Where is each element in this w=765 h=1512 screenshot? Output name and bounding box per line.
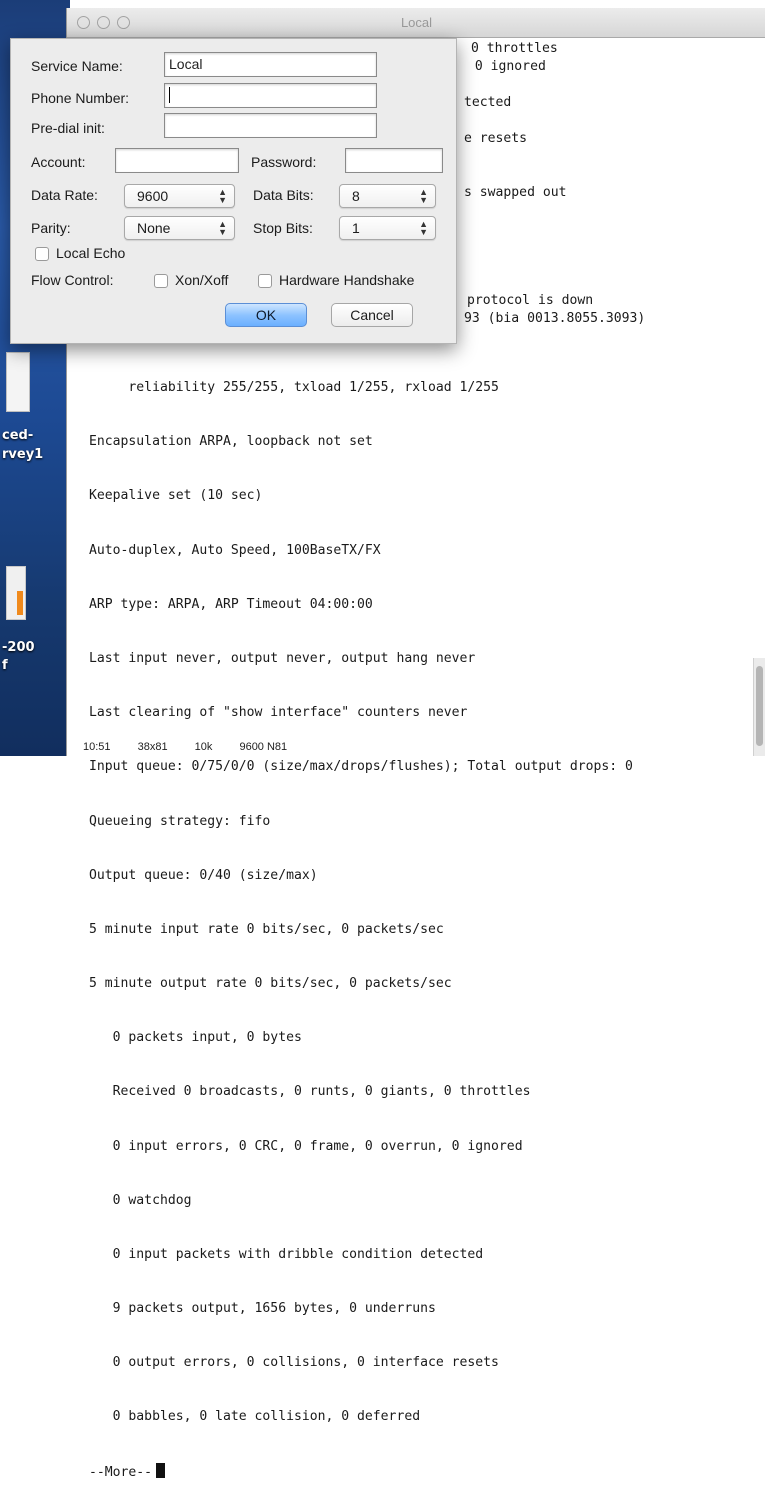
terminal-text-fragment: 0 throttles — [471, 41, 558, 56]
up-down-arrows-icon: ▲ ▼ — [218, 187, 227, 205]
up-down-arrows-icon: ▲ ▼ — [218, 219, 227, 237]
data-rate-value: 9600 — [137, 188, 169, 204]
terminal-line: 0 output errors, 0 collisions, 0 interfa… — [89, 1355, 499, 1371]
predial-init-label: Pre-dial init: — [31, 120, 105, 136]
terminal-line: Received 0 broadcasts, 0 runts, 0 giants… — [89, 1084, 531, 1100]
terminal-line: 0 input errors, 0 CRC, 0 frame, 0 overru… — [89, 1138, 523, 1154]
data-bits-value: 8 — [352, 188, 360, 204]
service-name-label: Service Name: — [31, 58, 123, 74]
status-time: 10:51 — [83, 741, 111, 753]
terminal-output[interactable]: reliability 255/255, txload 1/255, rxloa… — [89, 343, 633, 1512]
data-bits-label: Data Bits: — [253, 187, 314, 203]
data-bits-select[interactable]: 8 ▲ ▼ — [339, 184, 436, 208]
terminal-line: 9 packets output, 1656 bytes, 0 underrun… — [89, 1301, 436, 1317]
stop-bits-value: 1 — [352, 220, 360, 236]
status-bar: 10:51 38x81 10k 9600 N81 — [83, 741, 311, 753]
status-buffer: 10k — [194, 741, 213, 753]
password-label: Password: — [251, 154, 317, 170]
terminal-line: Last input never, output never, output h… — [89, 650, 476, 666]
account-input[interactable] — [115, 148, 239, 173]
terminal-line: 5 minute input rate 0 bits/sec, 0 packet… — [89, 921, 444, 937]
vertical-scrollbar[interactable] — [753, 658, 765, 756]
terminal-line: 0 packets input, 0 bytes — [89, 1030, 302, 1046]
terminal-line: Auto-duplex, Auto Speed, 100BaseTX/FX — [89, 542, 381, 558]
parity-select[interactable]: None ▲ ▼ — [124, 216, 235, 240]
parity-label: Parity: — [31, 220, 71, 236]
service-settings-dialog: Service Name: Local Phone Number: Pre-di… — [10, 38, 457, 344]
service-name-input[interactable]: Local — [164, 52, 377, 77]
terminal-line: 5 minute output rate 0 bits/sec, 0 packe… — [89, 976, 452, 992]
account-label: Account: — [31, 154, 86, 170]
window-title: Local — [400, 15, 433, 30]
terminal-line: Encapsulation ARPA, loopback not set — [89, 434, 373, 450]
terminal-text-fragment: tected — [464, 95, 512, 110]
terminal-line: Output queue: 0/40 (size/max) — [89, 867, 318, 883]
terminal-text-fragment: protocol is down — [467, 293, 594, 308]
desktop-file-icon[interactable] — [6, 352, 30, 412]
data-rate-select[interactable]: 9600 ▲ ▼ — [124, 184, 235, 208]
desktop-file-label: rvey1 — [2, 447, 44, 462]
terminal-text-fragment: 93 (bia 0013.8055.3093) — [464, 311, 646, 326]
status-line-settings: 9600 N81 — [239, 741, 288, 753]
terminal-text-fragment: e resets — [464, 131, 528, 146]
stop-bits-label: Stop Bits: — [253, 220, 313, 236]
predial-init-input[interactable] — [164, 113, 377, 138]
hardware-handshake-checkbox[interactable] — [258, 274, 272, 288]
status-window-size: 38x81 — [137, 741, 168, 753]
terminal-text-fragment: 0 ignored — [467, 59, 546, 74]
more-prompt: --More-- — [89, 1464, 153, 1480]
xon-xoff-label[interactable]: Xon/Xoff — [175, 272, 228, 288]
desktop-file-label: -200 — [2, 640, 35, 655]
terminal-text-fragment: s swapped out — [464, 185, 567, 200]
xon-xoff-checkbox[interactable] — [154, 274, 168, 288]
flow-control-label: Flow Control: — [31, 272, 114, 288]
parity-value: None — [137, 220, 171, 236]
text-cursor — [156, 1462, 166, 1478]
terminal-line: Input queue: 0/75/0/0 (size/max/drops/fl… — [89, 759, 633, 775]
desktop-file-label: ced- — [2, 428, 34, 443]
terminal-line: ARP type: ARPA, ARP Timeout 04:00:00 — [89, 596, 373, 612]
ok-button[interactable]: OK — [225, 303, 307, 327]
terminal-line: Keepalive set (10 sec) — [89, 488, 263, 504]
up-down-arrows-icon: ▲ ▼ — [419, 219, 428, 237]
phone-number-label: Phone Number: — [31, 90, 130, 106]
hardware-handshake-label[interactable]: Hardware Handshake — [279, 272, 414, 288]
terminal-line: 0 babbles, 0 late collision, 0 deferred — [89, 1409, 421, 1425]
terminal-line: Last clearing of "show interface" counte… — [89, 705, 468, 721]
scrollbar-thumb[interactable] — [756, 666, 763, 746]
desktop-file-label: f — [2, 658, 8, 673]
window-titlebar[interactable]: Local — [67, 8, 765, 38]
desktop-chart-file-icon[interactable] — [6, 566, 26, 620]
cancel-button[interactable]: Cancel — [331, 303, 413, 327]
terminal-line: reliability 255/255, txload 1/255, rxloa… — [89, 380, 499, 396]
data-rate-label: Data Rate: — [31, 187, 98, 203]
stop-bits-select[interactable]: 1 ▲ ▼ — [339, 216, 436, 240]
password-input[interactable] — [345, 148, 443, 173]
terminal-line: 0 input packets with dribble condition d… — [89, 1246, 484, 1262]
phone-number-input[interactable] — [164, 83, 377, 108]
up-down-arrows-icon: ▲ ▼ — [419, 187, 428, 205]
terminal-line: Queueing strategy: fifo — [89, 813, 271, 829]
more-prompt-line: --More-- — [89, 1462, 633, 1481]
terminal-line: 0 watchdog — [89, 1192, 192, 1208]
local-echo-checkbox[interactable] — [35, 247, 49, 261]
local-echo-label[interactable]: Local Echo — [56, 245, 125, 261]
